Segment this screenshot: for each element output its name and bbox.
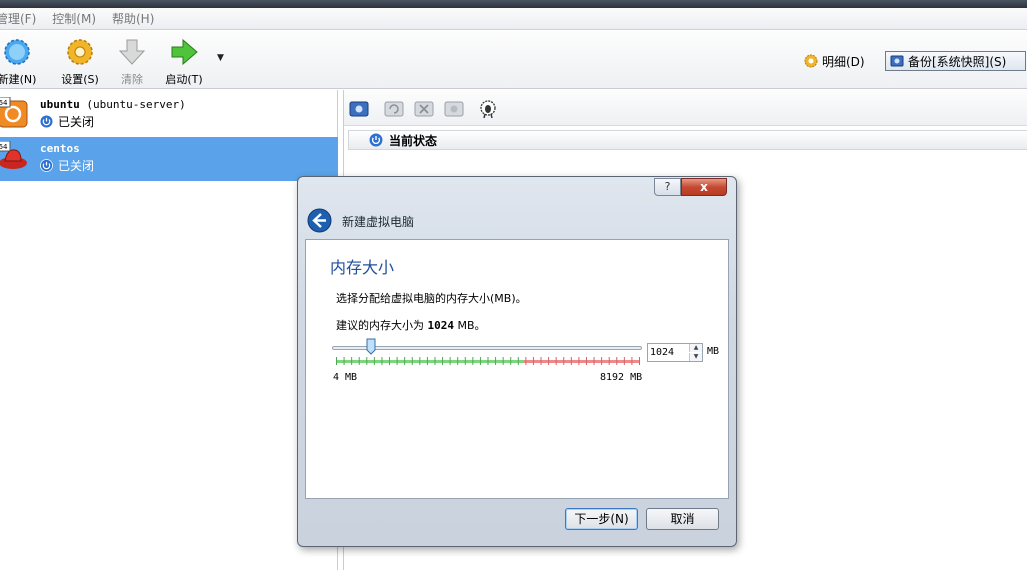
memory-slider-handle[interactable]	[366, 338, 376, 355]
arrow-down-icon	[118, 39, 146, 65]
menu-control[interactable]: 控制(M)	[52, 10, 96, 27]
new-gear-icon	[4, 39, 30, 65]
settings-button-label: 设置(S)	[61, 73, 99, 86]
clone-sheep-icon[interactable]	[478, 99, 498, 119]
menubar: 管理(F) 控制(M) 帮助(H)	[0, 8, 1027, 30]
wizard-page: 内存大小 选择分配给虚拟电脑的内存大小(MB)。 建议的内存大小为 1024 M…	[305, 239, 729, 499]
redhat-os-icon: 64	[0, 141, 27, 169]
spin-up-icon[interactable]: ▲	[689, 344, 702, 352]
main-toolbar: 新建(N) 设置(S) 清除 启动(T) ▼ 明细(D) 备份[系统快照](S)	[0, 31, 1027, 89]
power-off-icon	[40, 115, 53, 128]
cancel-button[interactable]: 取消	[646, 508, 719, 530]
delete-snapshot-icon[interactable]	[414, 99, 434, 119]
vm-state-label: 已关闭	[58, 159, 95, 173]
memory-spinbox: ▲ ▼	[647, 343, 703, 362]
vm-list-item-centos[interactable]: 64 centos 已关闭	[0, 137, 338, 181]
help-button[interactable]: ?	[654, 178, 681, 196]
vm-list: 64 ubuntu (ubuntu-server) 已关闭 64 centos	[0, 90, 338, 570]
start-button[interactable]: 启动(T)	[159, 37, 209, 87]
details-button-label: 明细(D)	[822, 54, 865, 69]
restore-snapshot-icon[interactable]	[384, 99, 404, 119]
start-button-label: 启动(T)	[165, 73, 203, 86]
discard-button-label: 清除	[121, 73, 143, 86]
page-heading: 内存大小	[330, 258, 395, 277]
memory-description: 选择分配给虚拟电脑的内存大小(MB)。	[336, 292, 527, 305]
ubuntu-os-icon: 64	[0, 97, 28, 128]
snapshots-button-label: 备份[系统快照](S)	[908, 54, 1007, 69]
start-dropdown-icon[interactable]: ▼	[217, 53, 224, 63]
next-button[interactable]: 下一步(N)	[565, 508, 638, 530]
memory-slider-track[interactable]	[332, 346, 642, 350]
current-state-label: 当前状态	[389, 133, 438, 148]
arrow-right-icon	[171, 38, 198, 66]
recommended-memory-text: 建议的内存大小为 1024 MB。	[336, 319, 486, 332]
menu-help[interactable]: 帮助(H)	[112, 10, 154, 27]
menu-manage[interactable]: 管理(F)	[0, 10, 36, 27]
new-button[interactable]: 新建(N)	[0, 37, 42, 87]
current-state-row[interactable]: 当前状态	[348, 130, 1027, 150]
power-off-icon	[40, 159, 53, 172]
window-title-strip	[0, 0, 1027, 8]
memory-unit: MB	[707, 346, 720, 357]
memory-max-label: 8192 MB	[600, 372, 643, 383]
vm-state: 已关闭	[40, 157, 94, 174]
vm-name: centos	[40, 142, 80, 155]
take-snapshot-icon[interactable]	[349, 99, 369, 119]
memory-slider-scale	[336, 357, 640, 365]
snapshots-button[interactable]: 备份[系统快照](S)	[885, 51, 1026, 71]
new-button-label: 新建(N)	[0, 73, 37, 86]
power-off-icon	[369, 133, 383, 147]
snapshot-details-icon[interactable]	[444, 99, 464, 119]
memory-min-label: 4 MB	[333, 372, 358, 383]
memory-input[interactable]	[650, 345, 688, 360]
camera-icon	[890, 55, 904, 67]
settings-button[interactable]: 设置(S)	[55, 37, 105, 87]
discard-button[interactable]: 清除	[107, 37, 157, 87]
dialog-title: 新建虚拟电脑	[342, 215, 415, 229]
spin-down-icon[interactable]: ▼	[689, 353, 702, 361]
svg-text:64: 64	[0, 143, 8, 151]
vm-list-item-ubuntu[interactable]: 64 ubuntu (ubuntu-server) 已关闭	[0, 93, 338, 137]
back-arrow-icon[interactable]	[307, 208, 332, 233]
gear-icon	[67, 39, 93, 65]
new-vm-dialog: ? x 新建虚拟电脑 内存大小 选择分配给虚拟电脑的内存大小(MB)。 建议的内…	[297, 176, 737, 547]
vm-state-label: 已关闭	[58, 115, 95, 129]
vm-name: ubuntu (ubuntu-server)	[40, 98, 186, 111]
details-button[interactable]: 明细(D)	[804, 51, 865, 71]
close-button[interactable]: x	[681, 178, 727, 196]
vm-state: 已关闭	[40, 113, 94, 130]
svg-text:64: 64	[0, 99, 8, 107]
snapshots-toolbar	[344, 90, 1027, 126]
details-gear-icon	[804, 54, 818, 68]
